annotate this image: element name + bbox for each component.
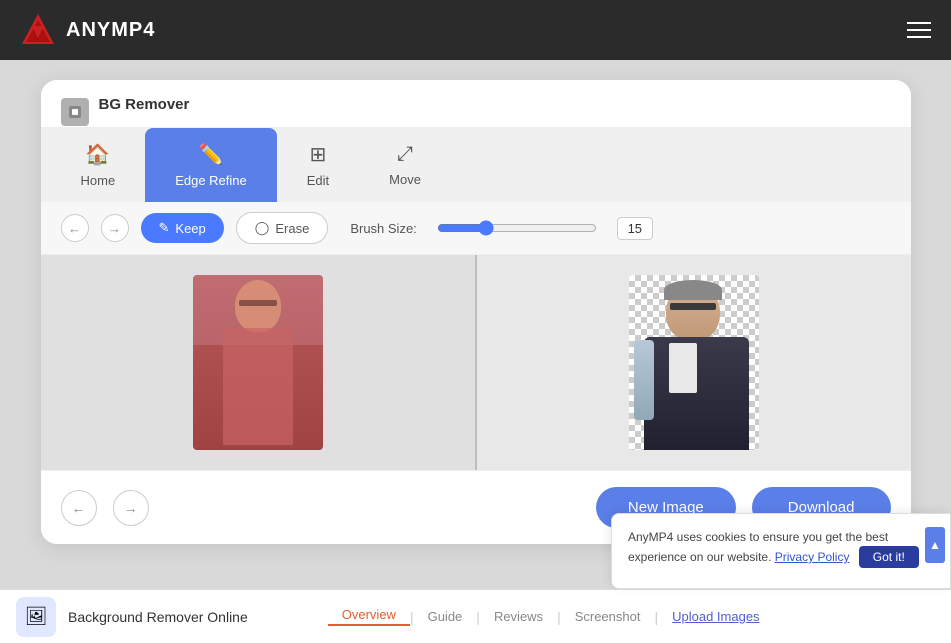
tab-edge-refine-label: Edge Refine <box>175 173 247 188</box>
card-header: BG Remover <box>41 80 911 128</box>
brush-size-value: 15 <box>617 217 653 240</box>
bottom-nav-icon: 🖼 <box>16 597 56 637</box>
original-image <box>193 275 323 450</box>
privacy-policy-link[interactable]: Privacy Policy <box>775 550 850 564</box>
nav-link-overview[interactable]: Overview <box>328 607 410 626</box>
hamburger-menu[interactable] <box>907 22 931 38</box>
edge-refine-icon: ✏️ <box>199 142 224 167</box>
bottom-nav-title: Background Remover Online <box>68 609 248 625</box>
nav-link-upload[interactable]: Upload Images <box>658 609 773 624</box>
scroll-up-arrow[interactable]: ▲ <box>925 527 945 563</box>
nav-link-guide[interactable]: Guide <box>414 609 477 624</box>
home-icon: 🏠 <box>85 142 110 167</box>
tab-home[interactable]: 🏠 Home <box>51 128 146 202</box>
canvas-area <box>41 255 911 470</box>
card-title: BG Remover <box>99 96 190 127</box>
bottom-nav: 🖼 Background Remover Online Overview | G… <box>0 589 951 643</box>
app-header: ANYMP4 <box>0 0 951 60</box>
card-header-icon <box>61 98 89 126</box>
canvas-right[interactable] <box>477 255 911 470</box>
erase-button[interactable]: ◯ Erase <box>236 212 329 244</box>
bottom-nav-links: Overview | Guide | Reviews | Screenshot … <box>328 607 774 626</box>
logo-text: ANYMP4 <box>66 19 155 42</box>
erase-label: Erase <box>275 221 309 236</box>
tab-edit-label: Edit <box>307 173 329 188</box>
undo-button[interactable]: ← <box>61 214 89 242</box>
brush-size-label: Brush Size: <box>350 221 416 236</box>
tab-edge-refine[interactable]: ✏️ Edge Refine <box>145 128 277 202</box>
tab-bar: 🏠 Home ✏️ Edge Refine ⊞ Edit ⤢ Move <box>41 128 911 202</box>
cookie-banner: AnyMP4 uses cookies to ensure you get th… <box>611 513 951 589</box>
brush-size-slider[interactable] <box>437 220 597 236</box>
canvas-left[interactable] <box>41 255 477 470</box>
toolbar: ← → ✎ Keep ◯ Erase Brush Size: 15 <box>41 202 911 255</box>
edit-icon: ⊞ <box>310 142 327 167</box>
move-icon: ⤢ <box>397 143 413 166</box>
keep-icon: ✎ <box>159 220 170 236</box>
cookie-text-main: AnyMP4 uses cookies to ensure you get th… <box>628 530 888 564</box>
logo-container: ANYMP4 <box>20 12 155 48</box>
tab-move-label: Move <box>389 172 421 187</box>
logo-icon <box>20 12 56 48</box>
got-it-button[interactable]: Got it! <box>859 546 919 568</box>
cookie-banner-text: AnyMP4 uses cookies to ensure you get th… <box>628 528 934 568</box>
erase-icon: ◯ <box>255 220 270 236</box>
prev-button[interactable]: ← <box>61 490 97 526</box>
next-button[interactable]: → <box>113 490 149 526</box>
tab-edit[interactable]: ⊞ Edit <box>277 128 359 202</box>
result-image <box>629 275 759 450</box>
nav-link-reviews[interactable]: Reviews <box>480 609 557 624</box>
bg-remover-icon <box>67 104 83 120</box>
tab-move[interactable]: ⤢ Move <box>359 128 451 202</box>
redo-button[interactable]: → <box>101 214 129 242</box>
keep-button[interactable]: ✎ Keep <box>141 213 224 243</box>
tab-home-label: Home <box>81 173 116 188</box>
main-area: BG Remover 🏠 Home ✏️ Edge Refine ⊞ Edit … <box>0 60 951 643</box>
nav-link-screenshot[interactable]: Screenshot <box>561 609 655 624</box>
keep-label: Keep <box>175 221 205 236</box>
bg-remover-card: BG Remover 🏠 Home ✏️ Edge Refine ⊞ Edit … <box>41 80 911 544</box>
